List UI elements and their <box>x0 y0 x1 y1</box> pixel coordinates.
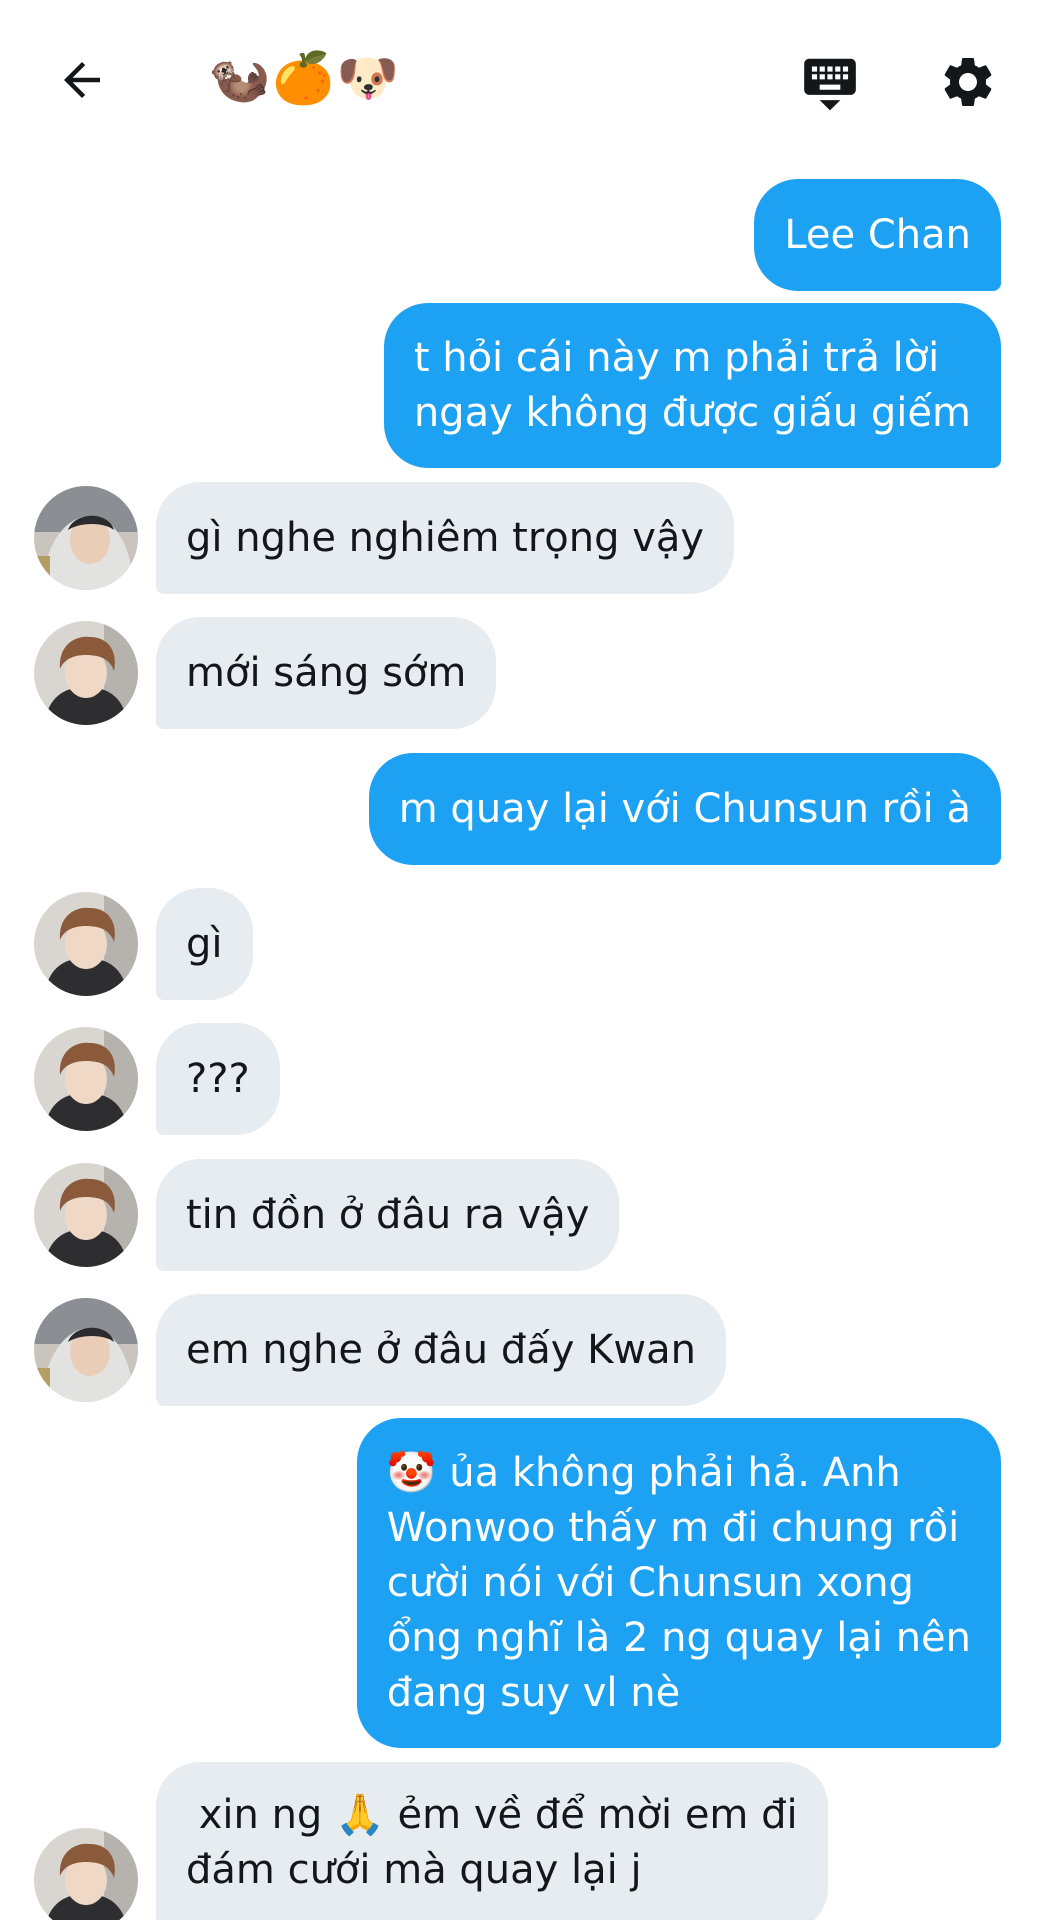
message-bubble-incoming[interactable]: ??? <box>156 1023 280 1135</box>
message-row-incoming: gì nghe nghiêm trọng vậy <box>0 482 1037 594</box>
message-bubble-incoming[interactable]: gì <box>156 888 253 1000</box>
keyboard-hide-icon <box>804 58 856 111</box>
message-row-incoming: gì <box>0 888 1037 1000</box>
hide-keyboard-button[interactable] <box>796 48 864 116</box>
message-bubble-outgoing[interactable]: t hỏi cái này m phải trả lời ngay không … <box>383 303 1001 468</box>
message-row-incoming: tin đồn ở đâu ra vậy <box>0 1159 1037 1271</box>
avatar-hood[interactable] <box>34 1298 138 1402</box>
message-row-outgoing: m quay lại với Chunsun rồi à <box>0 753 1037 865</box>
message-bubble-outgoing[interactable]: Lee Chan <box>754 179 1001 291</box>
message-bubble-outgoing[interactable]: 🤡 ủa không phải hả. Anh Wonwoo thấy m đi… <box>356 1418 1001 1748</box>
app-bar: 🦦🍊🐶 <box>0 0 1037 160</box>
avatar-curly[interactable] <box>34 1163 138 1267</box>
settings-button[interactable] <box>934 48 1002 116</box>
arrow-left-icon <box>64 62 100 98</box>
message-row-outgoing: 🤡 ủa không phải hả. Anh Wonwoo thấy m đi… <box>0 1418 1037 1748</box>
message-row-incoming: ??? <box>0 1023 1037 1135</box>
avatar-curly[interactable] <box>34 1027 138 1131</box>
message-bubble-incoming[interactable]: tin đồn ở đâu ra vậy <box>156 1159 620 1271</box>
message-row-outgoing: Lee Chan <box>0 179 1037 291</box>
back-button[interactable] <box>50 48 114 112</box>
message-row-incoming: em nghe ở đâu đấy Kwan <box>0 1294 1037 1406</box>
avatar-curly[interactable] <box>34 892 138 996</box>
message-row-outgoing: t hỏi cái này m phải trả lời ngay không … <box>0 303 1037 468</box>
message-thread[interactable]: Lee Chan t hỏi cái này m phải trả lời ng… <box>0 160 1037 1920</box>
message-bubble-incoming[interactable]: mới sáng sớm <box>156 617 497 729</box>
message-bubble-incoming[interactable]: em nghe ở đâu đấy Kwan <box>156 1294 726 1406</box>
gear-icon <box>944 57 992 106</box>
message-bubble-outgoing[interactable]: m quay lại với Chunsun rồi à <box>368 753 1001 865</box>
message-bubble-incoming[interactable]: gì nghe nghiêm trọng vậy <box>156 482 735 594</box>
message-bubble-incoming[interactable]: xin ng 🙏 ẻm về để mời em đi đám cưới mà … <box>156 1762 828 1920</box>
avatar-curly[interactable] <box>34 621 138 725</box>
message-row-incoming: mới sáng sớm <box>0 617 1037 729</box>
avatar-hood[interactable] <box>34 486 138 590</box>
conversation-title[interactable]: 🦦🍊🐶 <box>208 46 401 110</box>
message-row-incoming: xin ng 🙏 ẻm về để mời em đi đám cưới mà … <box>0 1762 1037 1920</box>
avatar-curly[interactable] <box>34 1828 138 1920</box>
